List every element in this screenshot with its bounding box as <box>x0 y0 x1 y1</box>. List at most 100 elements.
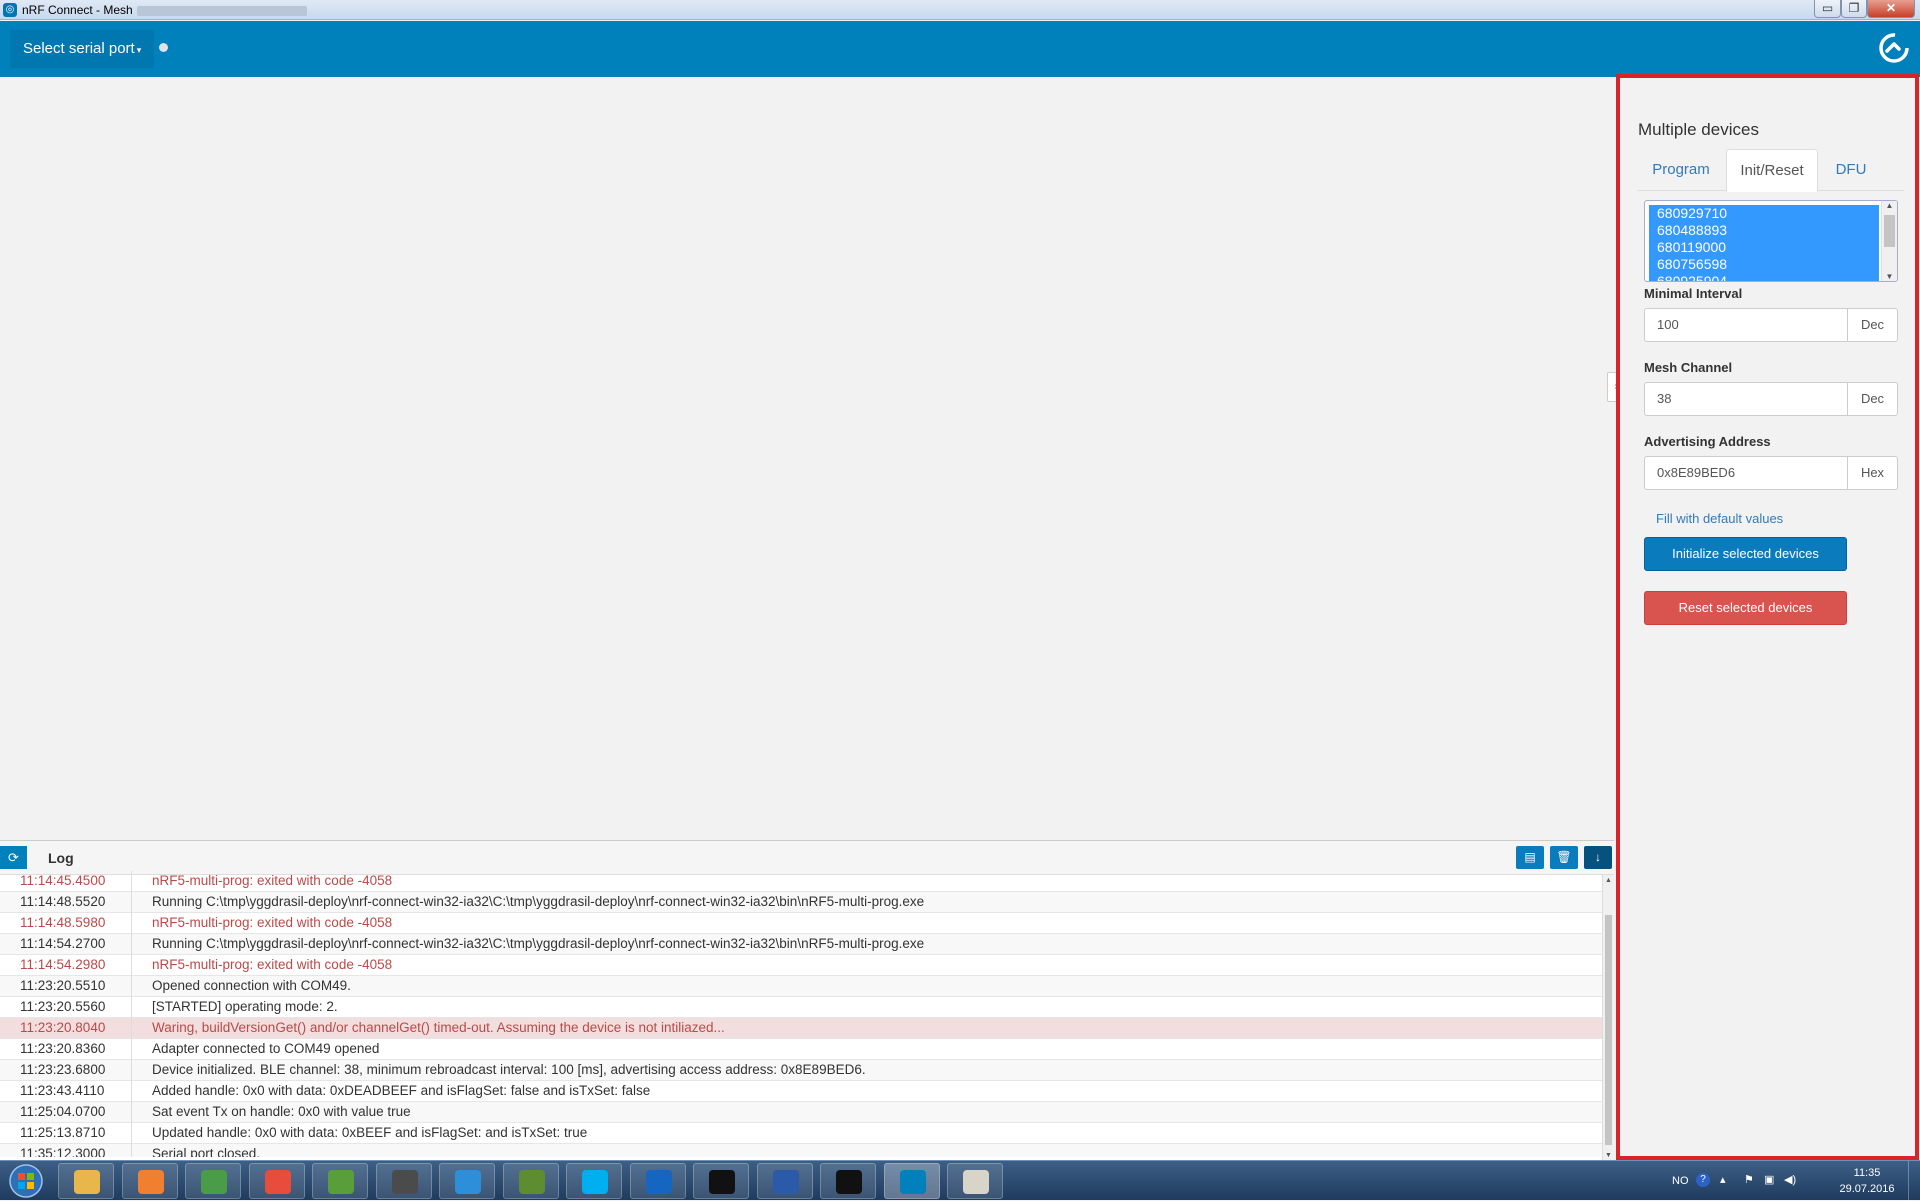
log-column-divider <box>131 1123 132 1144</box>
scrollbar-thumb[interactable] <box>1884 215 1895 247</box>
log-entry: 11:14:54.2700 Running C:\tmp\yggdrasil-de… <box>0 934 1602 955</box>
log-entry-message: nRF5-multi-prog: exited with code -4058 <box>152 873 393 888</box>
chrome-icon <box>201 1170 227 1194</box>
device-option[interactable]: 680925904 <box>1649 273 1879 281</box>
taskbar-app-sublime-text[interactable] <box>375 1163 432 1199</box>
scroll-up-icon[interactable]: ▲ <box>1603 877 1614 884</box>
initialize-devices-button[interactable]: Initialize selected devices <box>1644 537 1847 571</box>
log-column-divider <box>131 997 132 1018</box>
advertising-address-label: Advertising Address <box>1644 434 1771 449</box>
cmd-icon <box>709 1170 735 1194</box>
advertising-address-input[interactable]: 0x8E89BED6 <box>1644 456 1848 490</box>
serial-port-select[interactable]: Select serial port ▾ <box>10 30 155 68</box>
flag-icon[interactable]: ⚑ <box>1744 1173 1754 1186</box>
slack-icon <box>518 1170 545 1194</box>
skype-business-icon <box>455 1170 481 1194</box>
cmd-icon <box>836 1170 862 1194</box>
taskbar-app-cmd[interactable] <box>693 1163 749 1199</box>
log-entry: 11:25:13.8710 Updated handle: 0x0 with da… <box>0 1123 1602 1144</box>
advertising-address-format-button[interactable]: Hex <box>1847 456 1898 490</box>
network-icon[interactable]: ▣ <box>1764 1173 1774 1186</box>
device-list-options: 680929710 680488893 680119000 680756598 … <box>1649 205 1879 281</box>
scroll-down-icon[interactable]: ▼ <box>1882 272 1897 281</box>
log-column-divider <box>131 871 132 892</box>
taskbar-app-nrf-connect[interactable] <box>883 1163 940 1199</box>
scrollbar-thumb[interactable] <box>1605 915 1612 1145</box>
log-entry: 11:23:20.8040 Waring, buildVersionGet() a… <box>0 1018 1602 1039</box>
main-canvas <box>0 78 1614 840</box>
minimal-interval-input[interactable]: 100 <box>1644 308 1848 342</box>
close-window-button[interactable]: ✕ <box>1867 0 1915 18</box>
windows-start-icon[interactable] <box>4 1163 48 1199</box>
autoscroll-arrow-down-icon[interactable]: ↓ <box>1584 846 1612 869</box>
log-entry-time: 11:14:48.5520 <box>20 894 106 909</box>
reset-devices-button[interactable]: Reset selected devices <box>1644 591 1847 625</box>
taskbar-app-media-player[interactable] <box>121 1163 178 1199</box>
taskbar-app-skype[interactable] <box>566 1163 622 1199</box>
media-player-icon <box>137 1170 164 1194</box>
mesh-channel-label: Mesh Channel <box>1644 360 1733 375</box>
log-entry: 11:14:48.5980 nRF5-multi-prog: exited wit… <box>0 913 1602 934</box>
tab-dfu[interactable]: DFU <box>1820 149 1882 191</box>
input-language[interactable]: NO <box>1672 1175 1689 1187</box>
log-column-divider <box>131 976 132 997</box>
taskbar-app-chrome[interactable] <box>185 1163 241 1199</box>
app-header: Select serial port ▾ <box>0 21 1920 77</box>
device-option[interactable]: 680488893 <box>1649 222 1879 239</box>
device-list[interactable]: 680929710 680488893 680119000 680756598 … <box>1644 200 1898 282</box>
device-option[interactable]: 680929710 <box>1649 205 1879 222</box>
log-entry-time: 11:23:20.5560 <box>20 999 106 1014</box>
clear-log-trash-icon[interactable]: 🗑 <box>1550 846 1578 869</box>
mesh-channel-group: 38 Dec <box>1644 382 1898 416</box>
log-entry-time: 11:14:45.4500 <box>20 873 106 888</box>
minimal-interval-label: Minimal Interval <box>1644 286 1743 301</box>
taskbar-app-app-grid[interactable] <box>248 1163 305 1199</box>
taskbar-app-outlook[interactable] <box>629 1163 686 1199</box>
taskbar-app-explorer[interactable] <box>58 1163 114 1199</box>
scroll-up-icon[interactable]: ▲ <box>1882 201 1897 210</box>
taskbar-app-visual-studio[interactable] <box>756 1163 813 1199</box>
taskbar-app-skype-business[interactable] <box>439 1163 495 1199</box>
minimal-interval-group: 100 Dec <box>1644 308 1898 342</box>
log-entry: 11:23:23.6800 Device initialized. BLE cha… <box>0 1060 1602 1081</box>
mesh-channel-input[interactable]: 38 <box>1644 382 1848 416</box>
tab-init-reset[interactable]: Init/Reset <box>1726 149 1818 192</box>
clock-date: 29.07.2016 <box>1839 1183 1895 1195</box>
taskbar-app-paint[interactable] <box>947 1163 1003 1199</box>
log-header: ⟳ Log ▤ 🗑 ↓ <box>0 841 1614 875</box>
show-desktop-button[interactable] <box>1908 1161 1920 1201</box>
fill-default-values-link[interactable]: Fill with default values <box>1656 511 1783 526</box>
log-scrollbar[interactable]: ▲ ▼ <box>1602 875 1614 1161</box>
maximize-button[interactable]: ❐ <box>1841 0 1867 18</box>
minimal-interval-format-button[interactable]: Dec <box>1847 308 1898 342</box>
show-hidden-icons-icon[interactable]: ▴ <box>1720 1173 1726 1186</box>
refresh-icon[interactable]: ⟳ <box>0 846 27 869</box>
taskbar-app-git[interactable] <box>312 1163 368 1199</box>
mesh-channel-format-button[interactable]: Dec <box>1847 382 1898 416</box>
serial-port-select-label: Select serial port <box>23 40 135 57</box>
log-entry-message: Running C:\tmp\yggdrasil-deploy\nrf-conn… <box>152 894 925 909</box>
log-entry-message: nRF5-multi-prog: exited with code -4058 <box>152 915 393 930</box>
nrf-connect-logo-icon <box>1879 33 1909 63</box>
clock[interactable]: 11:35 29.07.2016 <box>1832 1165 1902 1197</box>
log-entry: 11:35:12.3000 Serial port closed. <box>0 1144 1602 1157</box>
panel-heading: Multiple devices <box>1638 120 1759 139</box>
minimize-button[interactable]: ▭ <box>1814 0 1841 18</box>
device-list-scrollbar[interactable]: ▲ ▼ <box>1881 201 1897 281</box>
device-option[interactable]: 680756598 <box>1649 256 1879 273</box>
log-entry-time: 11:23:23.6800 <box>20 1062 106 1077</box>
taskbar-app-cmd[interactable] <box>820 1163 876 1199</box>
tab-program[interactable]: Program <box>1638 149 1724 191</box>
log-entry: 11:25:04.0700 Sat event Tx on handle: 0x0… <box>0 1102 1602 1123</box>
device-option[interactable]: 680119000 <box>1649 239 1879 256</box>
scroll-down-icon[interactable]: ▼ <box>1603 1152 1614 1159</box>
multiple-devices-panel: Multiple devices Program Init/Reset DFU … <box>1616 74 1919 1160</box>
log-entry-time: 11:14:54.2980 <box>20 957 106 972</box>
volume-icon[interactable]: ◀) <box>1784 1173 1796 1186</box>
log-column-divider <box>131 955 132 976</box>
help-icon[interactable]: ? <box>1696 1173 1710 1187</box>
log-entry-time: 11:25:13.8710 <box>20 1125 106 1140</box>
open-log-file-icon[interactable]: ▤ <box>1516 846 1544 869</box>
log-entry: 11:14:54.2980 nRF5-multi-prog: exited wit… <box>0 955 1602 976</box>
taskbar-app-slack[interactable] <box>502 1163 559 1199</box>
